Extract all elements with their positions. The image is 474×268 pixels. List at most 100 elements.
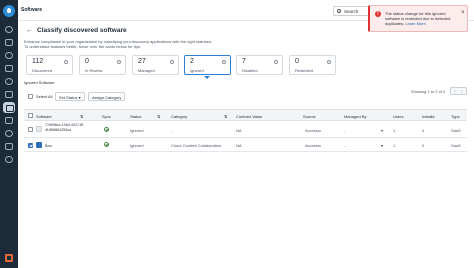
managed-by-value[interactable]: - bbox=[344, 128, 345, 133]
card-ignored[interactable]: 2 Ignored bbox=[184, 55, 231, 75]
info-icon[interactable] bbox=[274, 60, 278, 64]
card-label: Disabled bbox=[242, 68, 258, 73]
home-icon[interactable] bbox=[5, 26, 13, 33]
nav-rail bbox=[0, 0, 18, 268]
select-all-label: Select All bbox=[36, 94, 53, 99]
software-name[interactable]: Box bbox=[45, 143, 52, 148]
grid-apps-icon[interactable] bbox=[5, 254, 13, 262]
close-icon[interactable]: × bbox=[461, 10, 465, 16]
card-label: Ignored bbox=[190, 68, 204, 73]
assign-category-button[interactable]: Assign Category bbox=[88, 92, 126, 101]
page-title: Classify discovered software bbox=[37, 27, 127, 34]
contract-value: NA bbox=[236, 128, 242, 133]
prev-page-icon[interactable]: ‹ bbox=[454, 89, 456, 95]
type-value: SaaS bbox=[451, 128, 461, 133]
info-icon[interactable] bbox=[327, 60, 331, 64]
users-value: 1 bbox=[393, 128, 396, 133]
selected-card-indicator bbox=[204, 76, 210, 79]
chevron-down-icon[interactable]: ▾ bbox=[381, 143, 383, 148]
category-value: Cloud Content Collaboration bbox=[171, 143, 222, 148]
assign-category-label: Assign Category bbox=[92, 95, 122, 100]
search-placeholder: Search bbox=[344, 9, 359, 14]
error-toast: ! The status change for this ignored sof… bbox=[368, 5, 468, 32]
card-in-review[interactable]: 0 In Review bbox=[79, 55, 126, 75]
list-icon[interactable] bbox=[5, 91, 13, 98]
column-header-contract-value[interactable]: Contract Value bbox=[236, 114, 262, 119]
installs-value: 0 bbox=[422, 128, 425, 133]
search-icon bbox=[337, 9, 341, 13]
app-logo-icon[interactable] bbox=[3, 5, 15, 17]
sync-check-icon bbox=[104, 142, 109, 147]
info-icon[interactable] bbox=[117, 60, 121, 64]
table-header: Software ⇅ Sync Status ⇅ Category ⇅ Cont… bbox=[24, 109, 467, 121]
info-icon[interactable] bbox=[170, 60, 174, 64]
users-value: 1 bbox=[393, 143, 396, 148]
paging-info: Showing 1 to 2 of 2 bbox=[411, 89, 446, 94]
card-value: 112 bbox=[32, 58, 44, 65]
column-header-status[interactable]: Status bbox=[130, 114, 141, 119]
set-status-label: Set Status bbox=[59, 95, 78, 100]
devices-icon[interactable] bbox=[5, 65, 13, 72]
software-name[interactable]: 77d096cc-13b4-4317-8f4f-f6f6f6f1253ca bbox=[45, 123, 85, 132]
card-value: 7 bbox=[242, 58, 246, 65]
type-value: SaaS bbox=[451, 143, 461, 148]
column-header-managed-by[interactable]: Managed By bbox=[344, 114, 366, 119]
column-header-category[interactable]: Category bbox=[171, 114, 187, 119]
settings-icon[interactable] bbox=[5, 156, 13, 163]
section-title: Ignored Software bbox=[24, 80, 55, 85]
row-checkbox[interactable] bbox=[28, 127, 33, 132]
sort-icon[interactable]: ⇅ bbox=[80, 114, 83, 119]
card-managed[interactable]: 27 Managed bbox=[132, 55, 179, 75]
sync-check-icon bbox=[104, 127, 109, 132]
top-bar-title: Software bbox=[21, 7, 43, 13]
header-checkbox[interactable] bbox=[28, 113, 33, 118]
table-row[interactable]: Box Ignored Cloud Content Collaboration … bbox=[24, 138, 467, 152]
monitor-icon[interactable] bbox=[5, 78, 13, 85]
column-header-sync[interactable]: Sync bbox=[102, 114, 111, 119]
security-icon[interactable] bbox=[5, 130, 13, 137]
column-header-source[interactable]: Source bbox=[303, 114, 316, 119]
status-value: Ignored bbox=[130, 128, 144, 133]
table-row[interactable]: 77d096cc-13b4-4317-8f4f-f6f6f6f1253ca Ig… bbox=[24, 121, 467, 138]
chevron-down-icon: ▾ bbox=[78, 95, 81, 100]
sort-icon[interactable]: ⇅ bbox=[157, 114, 160, 119]
column-header-software[interactable]: Software bbox=[36, 114, 52, 119]
row-checkbox[interactable] bbox=[28, 142, 33, 148]
users-icon[interactable] bbox=[5, 52, 13, 59]
column-header-installs[interactable]: Installs bbox=[422, 114, 434, 119]
pagination-controls[interactable]: ‹ › bbox=[450, 87, 467, 95]
info-icon[interactable] bbox=[64, 60, 68, 64]
column-header-users[interactable]: Users bbox=[393, 114, 403, 119]
card-value: 27 bbox=[138, 58, 146, 65]
dashboard-icon[interactable] bbox=[5, 39, 13, 46]
card-label: Restricted bbox=[295, 68, 314, 73]
set-status-button[interactable]: Set Status ▾ bbox=[55, 92, 85, 101]
description-line-2: To understand statuses better, hover ove… bbox=[24, 44, 141, 49]
info-icon[interactable] bbox=[222, 60, 226, 64]
page-description: Enhance compliance in your organization … bbox=[24, 39, 284, 49]
toast-message: The status change for this ignored softw… bbox=[385, 11, 457, 26]
reports-icon[interactable] bbox=[5, 143, 13, 150]
chevron-down-icon[interactable]: ▾ bbox=[381, 128, 383, 133]
managed-by-value[interactable]: - bbox=[344, 143, 345, 148]
column-header-type[interactable]: Type bbox=[451, 114, 460, 119]
people-icon[interactable] bbox=[5, 117, 13, 124]
error-icon: ! bbox=[375, 11, 381, 17]
card-value: 2 bbox=[190, 58, 194, 65]
card-label: Discovered bbox=[32, 68, 53, 73]
next-page-icon[interactable]: › bbox=[461, 89, 463, 95]
app-placeholder-icon bbox=[36, 126, 42, 132]
software-icon[interactable] bbox=[3, 102, 15, 113]
select-all-checkbox[interactable] bbox=[28, 94, 33, 99]
card-value: 0 bbox=[85, 58, 89, 65]
learn-more-link[interactable]: Learn More. bbox=[405, 21, 427, 26]
source-value: Accessio bbox=[305, 128, 322, 133]
card-discovered[interactable]: 112 Discovered bbox=[26, 55, 73, 75]
card-value: 0 bbox=[295, 58, 299, 65]
source-value: Accessio bbox=[305, 143, 322, 148]
category-value: - bbox=[171, 128, 173, 133]
sort-icon[interactable]: ⇅ bbox=[224, 114, 227, 119]
back-arrow-icon[interactable]: ← bbox=[26, 27, 33, 34]
card-restricted[interactable]: 0 Restricted bbox=[289, 55, 336, 75]
card-disabled[interactable]: 7 Disabled bbox=[236, 55, 283, 75]
